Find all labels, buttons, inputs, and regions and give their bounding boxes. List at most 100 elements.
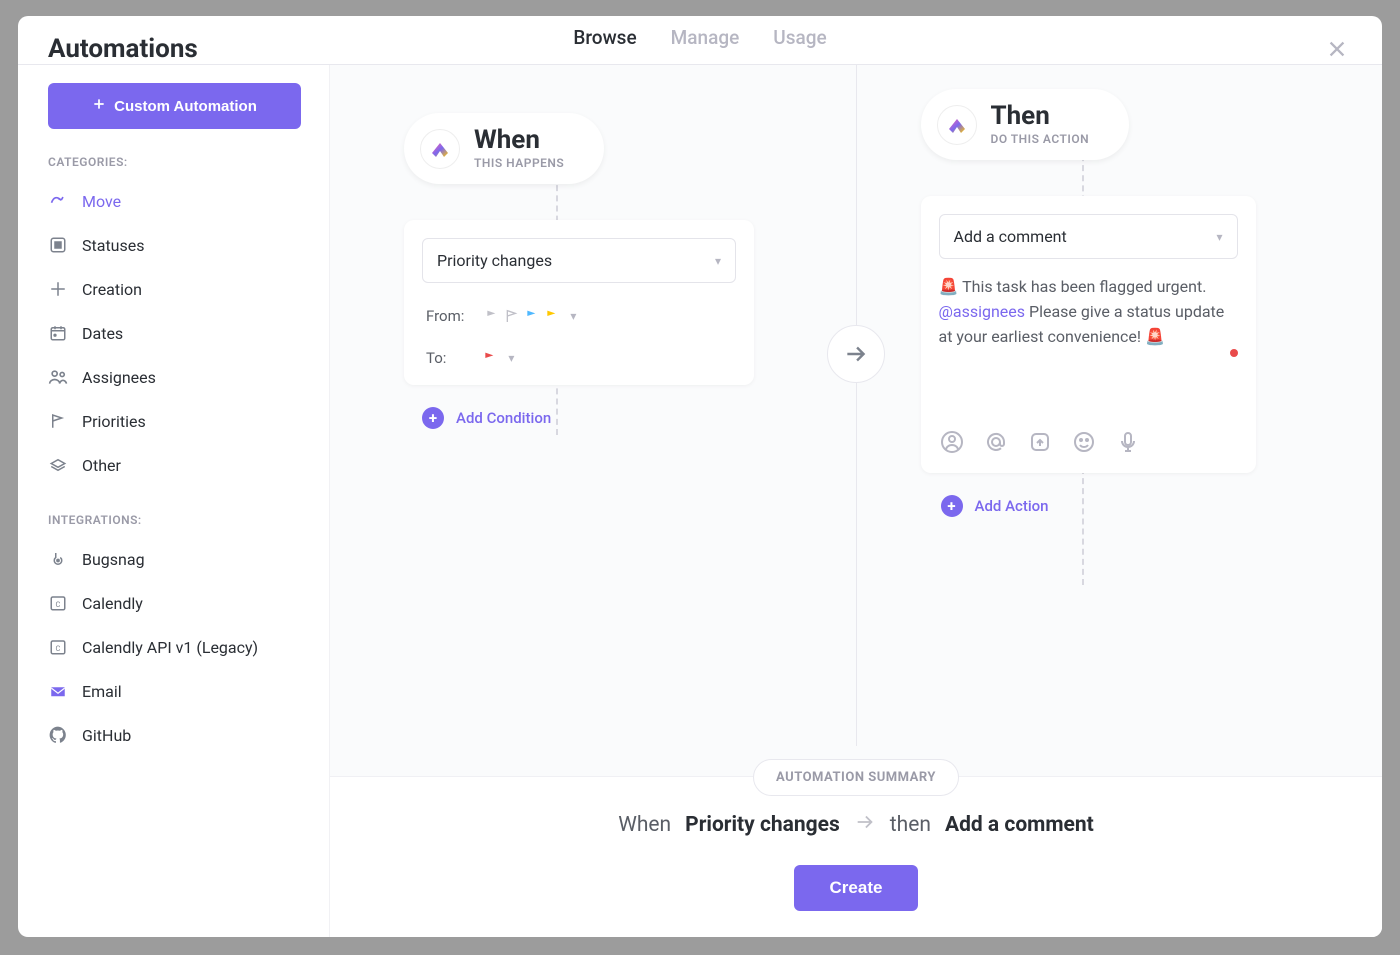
comment-mention: @assignees <box>939 302 1026 321</box>
integration-label: GitHub <box>82 726 131 745</box>
category-priorities[interactable]: Priorities <box>48 399 301 443</box>
plus-circle-icon: + <box>941 495 963 517</box>
category-move[interactable]: Move <box>48 179 301 223</box>
github-icon <box>48 725 68 745</box>
summary-then-value: Add a comment <box>945 813 1094 837</box>
integration-email[interactable]: Email <box>48 669 301 713</box>
integration-label: Bugsnag <box>82 550 145 569</box>
calendly-legacy-icon: C <box>48 637 68 657</box>
categories-header: CATEGORIES: <box>48 155 301 169</box>
custom-automation-label: Custom Automation <box>114 98 257 115</box>
category-label: Assignees <box>82 368 156 387</box>
svg-text:C: C <box>56 600 61 609</box>
chevron-down-icon: ▾ <box>508 351 514 365</box>
category-label: Priorities <box>82 412 146 431</box>
creation-icon <box>48 279 68 299</box>
move-icon <box>48 191 68 211</box>
then-column: Then DO THIS ACTION Add a comment ▾ 🚨 Th… <box>856 65 1383 746</box>
main-area: When THIS HAPPENS Priority changes ▾ Fro… <box>330 65 1382 937</box>
arrow-connector-icon <box>827 325 885 383</box>
create-button[interactable]: Create <box>794 865 919 911</box>
recording-indicator-icon <box>1230 349 1238 357</box>
sidebar: Custom Automation CATEGORIES: Move Statu… <box>18 65 330 937</box>
add-action-link[interactable]: + Add Action <box>941 495 1049 517</box>
comment-toolbar <box>939 429 1238 455</box>
clickup-logo-icon <box>937 105 977 145</box>
category-other[interactable]: Other <box>48 443 301 487</box>
category-label: Creation <box>82 280 142 299</box>
category-label: Statuses <box>82 236 145 255</box>
flag-blue-icon <box>524 308 540 324</box>
plus-icon <box>92 97 106 115</box>
flag-red-icon <box>482 350 498 366</box>
when-pill: When THIS HAPPENS <box>404 113 604 184</box>
category-label: Dates <box>82 324 123 343</box>
integration-github[interactable]: GitHub <box>48 713 301 757</box>
assign-icon[interactable] <box>939 429 965 455</box>
arrow-right-icon <box>854 811 876 839</box>
flag-grey-outline-icon <box>504 308 520 324</box>
comment-editor[interactable]: 🚨 This task has been flagged urgent. @as… <box>939 275 1238 405</box>
summary-when-value: Priority changes <box>685 813 840 837</box>
chevron-down-icon: ▾ <box>1216 230 1222 244</box>
category-statuses[interactable]: Statuses <box>48 223 301 267</box>
then-pill-text: Then DO THIS ACTION <box>991 103 1090 146</box>
to-flags[interactable]: ▾ <box>482 350 514 366</box>
category-assignees[interactable]: Assignees <box>48 355 301 399</box>
when-subtitle: THIS HAPPENS <box>474 156 564 170</box>
dates-icon <box>48 323 68 343</box>
integrations-header: INTEGRATIONS: <box>48 513 301 527</box>
footer: AUTOMATION SUMMARY When Priority changes… <box>330 776 1382 937</box>
integration-label: Calendly API v1 (Legacy) <box>82 638 258 657</box>
integration-calendly-legacy[interactable]: C Calendly API v1 (Legacy) <box>48 625 301 669</box>
attach-icon[interactable] <box>1027 429 1053 455</box>
modal-title: Automations <box>48 34 198 64</box>
integration-calendly[interactable]: C Calendly <box>48 581 301 625</box>
add-condition-label: Add Condition <box>456 409 551 427</box>
clickup-logo-icon <box>420 129 460 169</box>
to-label: To: <box>426 349 446 367</box>
from-row: From: ▾ <box>422 307 736 325</box>
then-subtitle: DO THIS ACTION <box>991 132 1090 146</box>
action-card: Add a comment ▾ 🚨 This task has been fla… <box>921 196 1256 473</box>
custom-automation-button[interactable]: Custom Automation <box>48 83 301 129</box>
then-title: Then <box>991 103 1090 129</box>
plus-circle-icon: + <box>422 407 444 429</box>
trigger-card: Priority changes ▾ From: ▾ <box>404 220 754 385</box>
summary-chip: AUTOMATION SUMMARY <box>753 759 959 796</box>
summary-when-word: When <box>618 813 671 837</box>
then-pill: Then DO THIS ACTION <box>921 89 1130 160</box>
summary-then-word: then <box>890 813 931 837</box>
add-condition-link[interactable]: + Add Condition <box>422 407 551 429</box>
integration-label: Email <box>82 682 122 701</box>
category-creation[interactable]: Creation <box>48 267 301 311</box>
comment-text-prefix: 🚨 This task has been flagged urgent. <box>939 277 1207 296</box>
from-label: From: <box>426 307 464 325</box>
integration-bugsnag[interactable]: Bugsnag <box>48 537 301 581</box>
emoji-icon[interactable] <box>1071 429 1097 455</box>
other-icon <box>48 455 68 475</box>
flag-yellow-icon <box>544 308 560 324</box>
when-title: When <box>474 127 564 153</box>
close-button[interactable] <box>1322 34 1352 64</box>
action-select[interactable]: Add a comment ▾ <box>939 214 1238 259</box>
calendly-icon: C <box>48 593 68 613</box>
mention-icon[interactable] <box>983 429 1009 455</box>
bugsnag-icon <box>48 549 68 569</box>
workspace: When THIS HAPPENS Priority changes ▾ Fro… <box>330 65 1382 776</box>
to-row: To: ▾ <box>422 349 736 367</box>
statuses-icon <box>48 235 68 255</box>
integration-label: Calendly <box>82 594 143 613</box>
add-action-label: Add Action <box>975 497 1049 515</box>
modal-header: Automations Browse Manage Usage <box>18 16 1382 65</box>
voice-icon[interactable] <box>1115 429 1141 455</box>
category-dates[interactable]: Dates <box>48 311 301 355</box>
trigger-select[interactable]: Priority changes ▾ <box>422 238 736 283</box>
flag-grey-icon <box>484 308 500 324</box>
from-flags[interactable]: ▾ <box>484 308 576 324</box>
automations-modal: Automations Browse Manage Usage Custom A… <box>18 16 1382 937</box>
modal-body: Custom Automation CATEGORIES: Move Statu… <box>18 65 1382 937</box>
assignees-icon <box>48 367 68 387</box>
svg-text:C: C <box>56 644 61 653</box>
priorities-icon <box>48 411 68 431</box>
